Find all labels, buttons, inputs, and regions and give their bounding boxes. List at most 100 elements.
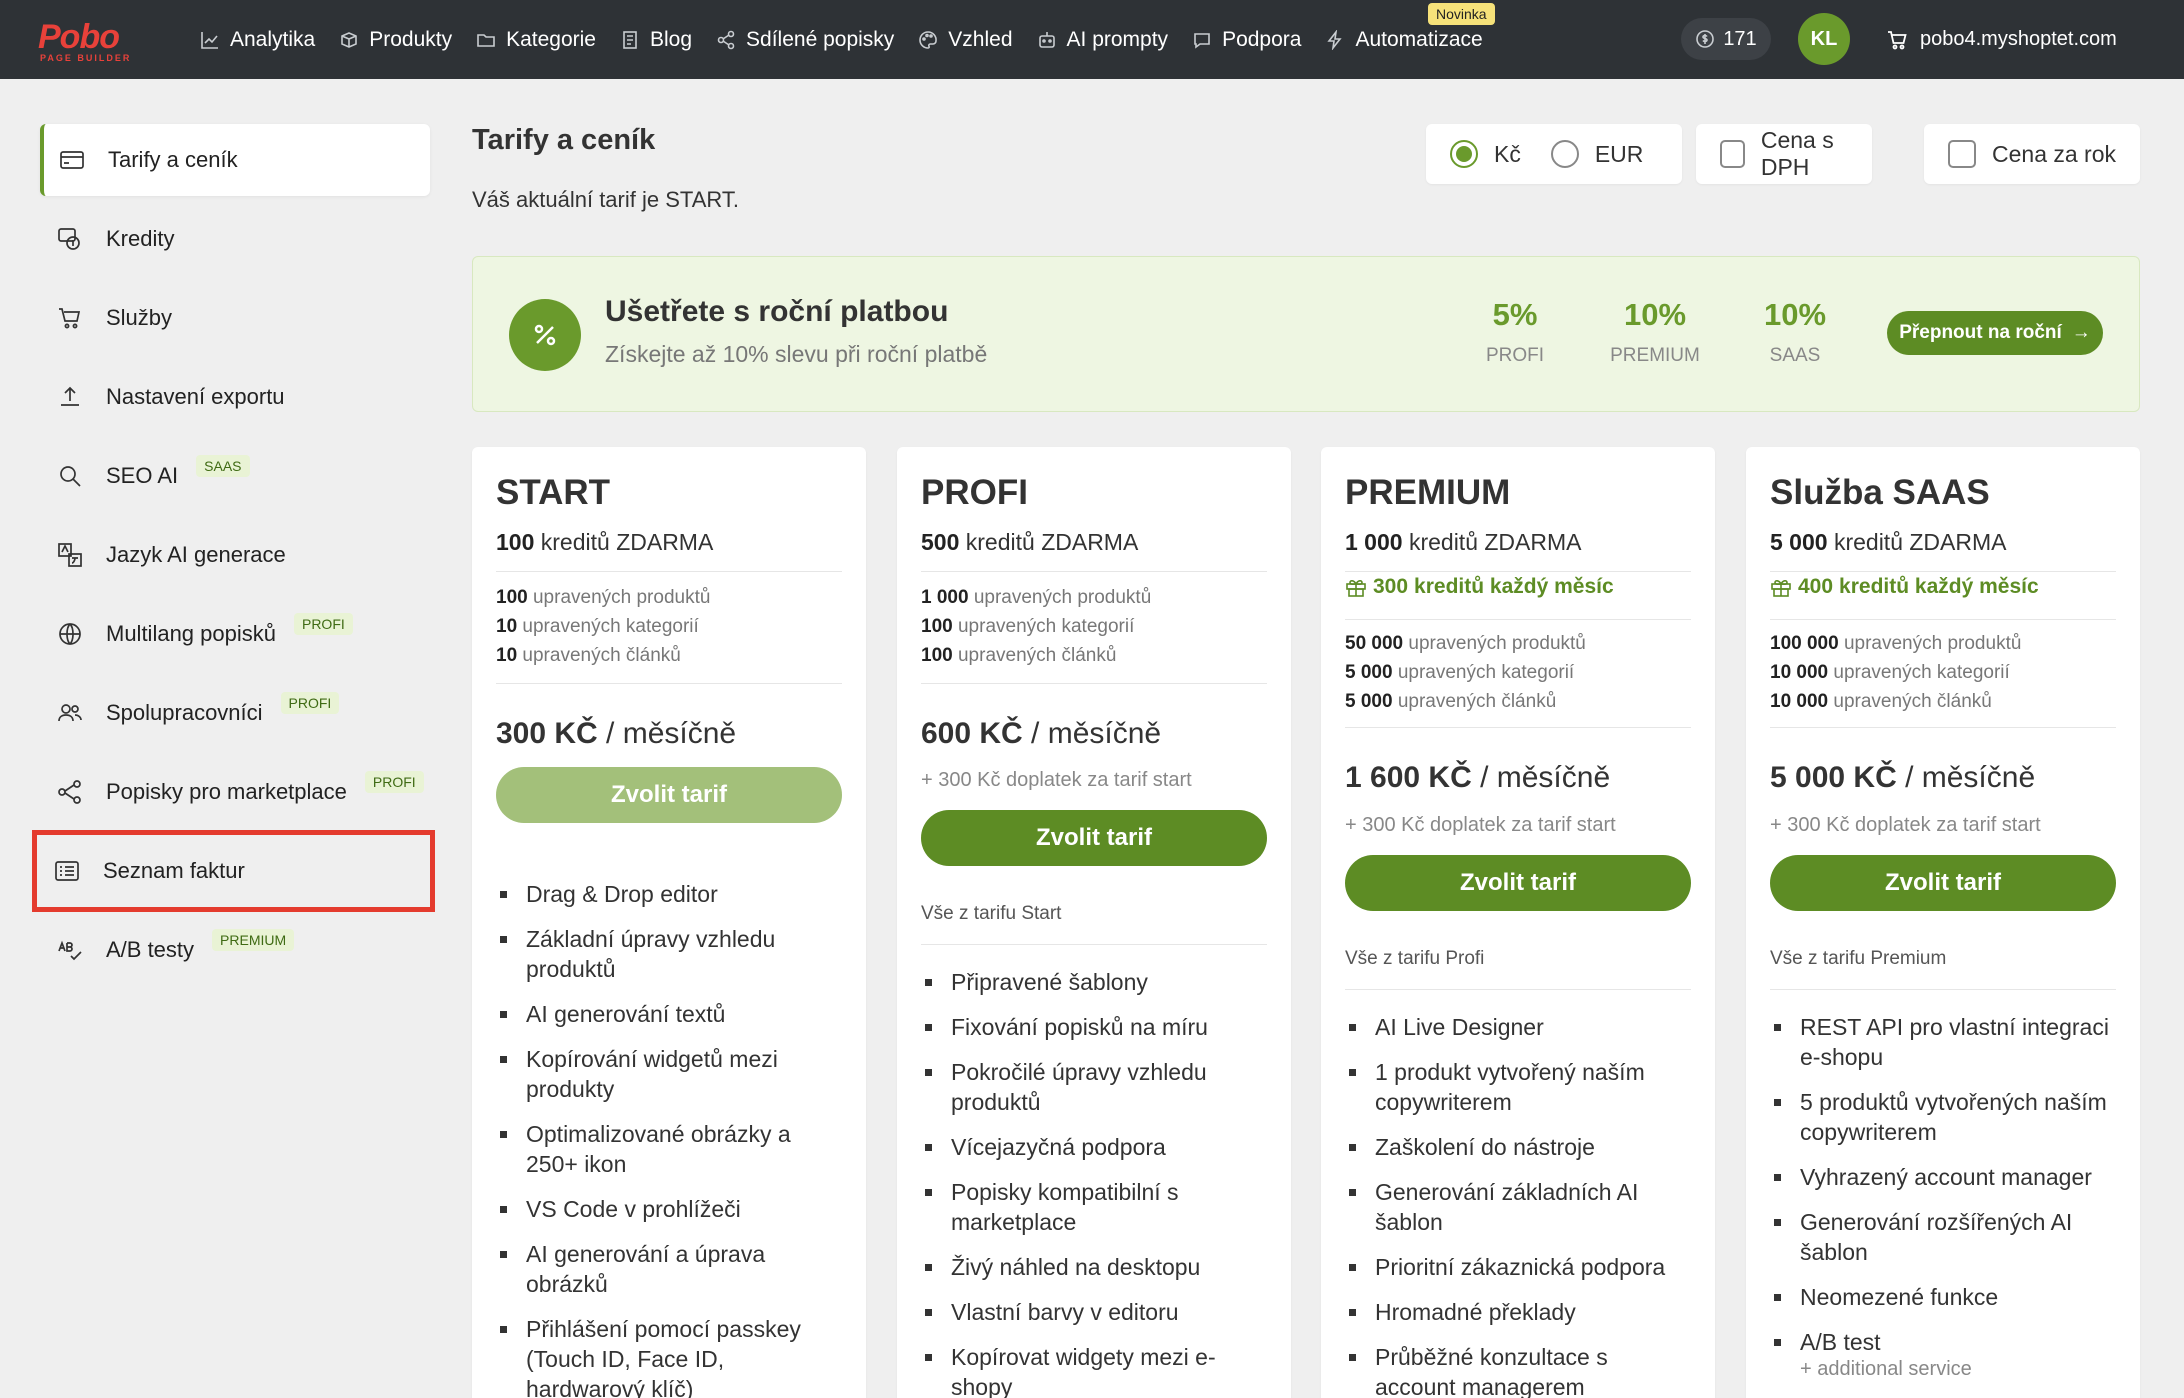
sidebar-item-jazyk-ai[interactable]: Jazyk AI generace: [40, 519, 430, 591]
nav-item-kategorie[interactable]: Kategorie: [476, 28, 596, 52]
discount-label: PROFI: [1485, 345, 1545, 366]
plan-price: 5 000 KČ / měsíčně: [1770, 761, 2035, 795]
sidebar-item-label: Tarify a ceník: [108, 147, 238, 172]
shop-link[interactable]: pobo4.myshoptet.com: [1886, 0, 2117, 79]
stat-row: 5 000 upravených kategorií: [1345, 658, 1586, 687]
plan-credits: 1 000 kreditů ZDARMA: [1345, 529, 1582, 556]
share-icon: [717, 30, 735, 49]
nav-item-vzhled[interactable]: Vzhled: [918, 27, 1013, 52]
sidebar-item-seo-ai[interactable]: SEO AI SAAS: [40, 440, 430, 512]
nav-item-ai-prompty[interactable]: AI prompty: [1037, 27, 1169, 52]
nav-item-analytika[interactable]: Analytika: [200, 28, 315, 52]
credits-counter[interactable]: 171: [1681, 18, 1771, 60]
sidebar-item-seznam-faktur[interactable]: Seznam faktur: [32, 830, 435, 912]
logo-text: Pobo: [38, 18, 120, 56]
sidebar-item-label: Kredity: [106, 226, 175, 251]
users-icon: [56, 699, 84, 727]
share-icon: [56, 778, 84, 806]
discount-value: 10%: [1623, 297, 1687, 332]
nav-label: Kategorie: [506, 27, 596, 51]
chat-icon: [1194, 32, 1210, 49]
includes-label: Vše z tarifu Premium: [1770, 948, 1947, 969]
pobo-logo[interactable]: Pobo PAGE BUILDER: [38, 18, 162, 63]
sidebar-item-kredity[interactable]: Kredity: [40, 203, 430, 275]
choose-plan-button[interactable]: Zvolit tarif: [496, 767, 842, 823]
discount-value: 10%: [1763, 297, 1827, 332]
stat-number: 50 000: [1345, 633, 1404, 654]
banner-title: Ušetřete s roční platbou: [605, 295, 949, 328]
nav-item-sdilene-popisky[interactable]: Sdílené popisky: [716, 28, 894, 52]
stat-number: 100: [921, 645, 953, 666]
sidebar-item-label: SEO AI: [106, 463, 179, 488]
stat-row: 100 000 upravených produktů: [1770, 629, 2021, 658]
chart-icon: [201, 31, 218, 49]
sidebar-item-sluzby[interactable]: Služby: [40, 282, 430, 354]
stat-text: upravených článků: [952, 645, 1117, 666]
nav-label: Vzhled: [948, 27, 1013, 51]
credits-text: kreditů ZDARMA: [1402, 529, 1582, 555]
divider: [921, 683, 1267, 684]
stat-row: 100 upravených kategorií: [921, 612, 1151, 641]
includes-label: Vše z tarifu Profi: [1345, 948, 1485, 969]
stat-text: upravených kategorií: [1392, 662, 1575, 683]
stat-number: 100 000: [1770, 633, 1839, 654]
nav-label: Podpora: [1222, 27, 1302, 51]
sidebar-item-tarify[interactable]: Tarify a ceník: [40, 124, 430, 196]
stat-number: 10 000: [1770, 662, 1829, 683]
sidebar-item-multilang[interactable]: Multilang popisků PROFI: [40, 598, 430, 670]
logo-subtitle: PAGE BUILDER: [40, 53, 132, 63]
bonus-number: 300: [1373, 575, 1409, 598]
plan-tag: PREMIUM: [212, 929, 295, 951]
nav-item-automatizace[interactable]: Automatizace: [1325, 28, 1483, 52]
new-badge: Novinka: [1428, 3, 1495, 25]
sidebar-item-nastaveni-exportu[interactable]: Nastavení exportu: [40, 361, 430, 433]
cart-icon: [56, 304, 84, 332]
vat-checkbox[interactable]: [1720, 140, 1745, 168]
plan-tag: PROFI: [293, 613, 353, 635]
coin-icon: [1696, 30, 1715, 48]
plan-price: 1 600 KČ / měsíčně: [1345, 761, 1610, 795]
stat-number: 100: [921, 616, 953, 637]
nav-label: AI prompty: [1066, 27, 1169, 51]
list-item: Generování základních AI šablon: [1345, 1177, 1691, 1237]
plan-surcharge: + 300 Kč doplatek za tarif start: [1770, 814, 2041, 836]
gift-icon: [1346, 580, 1366, 597]
currency-czk-radio[interactable]: [1450, 140, 1478, 168]
price-amount: 300 KČ: [496, 717, 598, 750]
sidebar-item-label: Jazyk AI generace: [106, 542, 286, 567]
current-plan-text: Váš aktuální tarif je START.: [472, 187, 739, 212]
nav-item-podpora[interactable]: Podpora: [1192, 28, 1301, 52]
stat-number: 5 000: [1345, 691, 1393, 712]
choose-plan-button[interactable]: Zvolit tarif: [1770, 855, 2116, 911]
plan-card-premium: PREMIUM 1 000 kreditů ZDARMA 300 kreditů…: [1321, 447, 1715, 1398]
plan-tag: PROFI: [364, 771, 424, 793]
currency-czk-label: Kč: [1494, 140, 1521, 167]
yearly-toggle[interactable]: Cena za rok: [1924, 124, 2140, 184]
sidebar-item-spolupracovnici[interactable]: Spolupracovníci PROFI: [40, 677, 430, 749]
choose-plan-button[interactable]: Zvolit tarif: [921, 810, 1267, 866]
list-item: A/B test + additional service: [1770, 1327, 2116, 1381]
vat-label: Cena s DPH: [1760, 127, 1834, 180]
list-item: Neomezené funkce: [1770, 1282, 2116, 1312]
vat-toggle[interactable]: Cena s DPH: [1696, 124, 1872, 184]
yearly-checkbox[interactable]: [1948, 140, 1976, 168]
sidebar-item-ab-testy[interactable]: A/B testy PREMIUM: [40, 914, 430, 986]
list-item: Přihlášení pomocí passkey (Touch ID, Fac…: [496, 1314, 842, 1398]
credits-text: kreditů ZDARMA: [534, 529, 714, 555]
switch-yearly-button[interactable]: Přepnout na roční →: [1887, 311, 2103, 355]
sidebar-item-marketplace[interactable]: Popisky pro marketplace PROFI: [40, 756, 430, 828]
credits-number: 1 000: [1345, 529, 1403, 555]
card-icon: [58, 146, 86, 174]
stat-row: 100 upravených článků: [921, 641, 1151, 670]
feature-list: REST API pro vlastní integraci e-shopu 5…: [1770, 1012, 2116, 1396]
divider: [1345, 989, 1691, 990]
choose-plan-button[interactable]: Zvolit tarif: [1345, 855, 1691, 911]
yearly-label: Cena za rok: [1992, 140, 2117, 167]
main-nav: Analytika Produkty Kategorie Blog Sdílen…: [200, 0, 1507, 79]
discount-label: SAAS: [1769, 345, 1821, 366]
stat-row: 10 upravených článků: [496, 641, 710, 670]
currency-eur-radio[interactable]: [1550, 140, 1579, 168]
avatar[interactable]: KL: [1798, 13, 1850, 65]
nav-item-produkty[interactable]: Produkty: [339, 28, 452, 52]
nav-item-blog[interactable]: Blog: [620, 28, 692, 52]
